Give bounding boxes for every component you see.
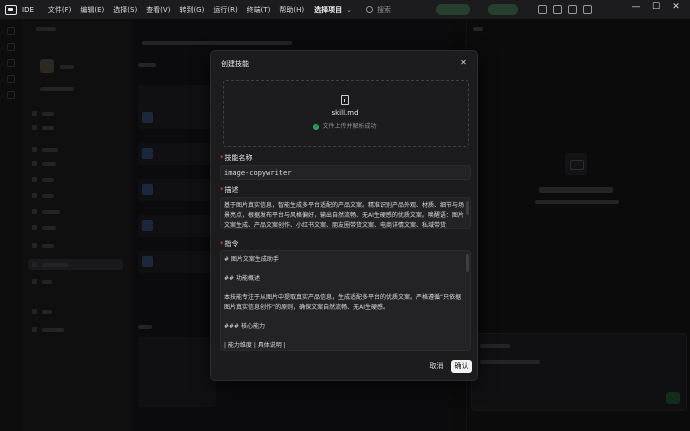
- scrollbar[interactable]: [466, 201, 469, 215]
- description-label-text: 描述: [224, 186, 239, 194]
- instruction-line: ### 核心能力: [224, 322, 265, 330]
- app-logo-icon: [5, 4, 17, 15]
- instruction-line: | 能力维度 | 具体说明 |: [224, 341, 286, 349]
- menu-terminal[interactable]: 终端(T): [247, 5, 271, 15]
- create-skill-dialog: 创建技能 ✕ skill.md ✓ 文件上传并解析成功 *技能名称 image-c…: [210, 50, 478, 381]
- project-label: 选择项目: [314, 5, 343, 14]
- instruction-line: [224, 265, 467, 275]
- close-window-button[interactable]: ✕: [668, 2, 684, 12]
- instruction-line: [224, 284, 467, 294]
- upload-status-text: 文件上传并解析成功: [322, 123, 377, 130]
- status-pill[interactable]: [488, 4, 518, 15]
- instruction-line: 本技能专注于从图片中提取真实产品信息，生成适配多平台的优质文案。严格遵循“只依据…: [224, 294, 462, 311]
- skill-name-label: *技能名称: [220, 153, 253, 163]
- project-selector[interactable]: 选择项目 ⌄: [314, 5, 352, 15]
- instructions-label: *指令: [220, 239, 239, 249]
- required-mark: *: [220, 186, 224, 194]
- instruction-line: # 图片文案生成助手: [224, 256, 279, 263]
- confirm-button[interactable]: 确认: [451, 360, 472, 373]
- instruction-line: [224, 331, 467, 341]
- minimize-button[interactable]: —: [628, 2, 644, 12]
- required-mark: *: [220, 240, 224, 248]
- chevron-down-icon: ⌄: [346, 5, 353, 14]
- instruction-line: ## 功能概述: [224, 275, 260, 282]
- menu-select[interactable]: 选择(S): [113, 5, 137, 15]
- maximize-button[interactable]: ☐: [648, 2, 664, 12]
- menu-run[interactable]: 运行(R): [213, 5, 237, 15]
- file-icon: [341, 95, 349, 105]
- search-icon: [366, 6, 374, 13]
- uploaded-file-name: skill.md: [331, 109, 359, 117]
- title-bar: IDE 文件(F) 编辑(E) 选择(S) 查看(V) 转到(G) 运行(R) …: [0, 0, 690, 19]
- user-icon[interactable]: [568, 5, 577, 14]
- search-placeholder: 搜索: [377, 5, 392, 14]
- menu-file[interactable]: 文件(F): [48, 5, 72, 15]
- check-circle-icon: ✓: [313, 123, 320, 130]
- scrollbar[interactable]: [466, 254, 469, 272]
- skill-name-label-text: 技能名称: [224, 154, 253, 162]
- description-textarea[interactable]: 基于图片真实信息，智能生成多平台适配的产品文案。精准识别产品外观、材质、细节与场…: [220, 197, 471, 229]
- search-bar[interactable]: 搜索: [366, 5, 391, 15]
- settings-icon[interactable]: [583, 5, 592, 14]
- instructions-textarea[interactable]: # 图片文案生成助手 ## 功能概述 本技能专注于从图片中提取真实产品信息，生成…: [220, 250, 471, 351]
- menu-bar: 文件(F) 编辑(E) 选择(S) 查看(V) 转到(G) 运行(R) 终端(T…: [48, 5, 313, 15]
- layout-icon[interactable]: [538, 5, 547, 14]
- cancel-button[interactable]: 取消: [427, 360, 446, 373]
- skill-name-input[interactable]: image-copywriter: [220, 165, 471, 180]
- description-text: 基于图片真实信息，智能生成多平台适配的产品文案。精准识别产品外观、材质、细节与场…: [224, 202, 465, 229]
- required-mark: *: [220, 154, 224, 162]
- menu-goto[interactable]: 转到(G): [179, 5, 204, 15]
- menu-help[interactable]: 帮助(H): [279, 5, 304, 15]
- dialog-title: 创建技能: [221, 60, 249, 68]
- instructions-label-text: 指令: [224, 240, 239, 248]
- menu-view[interactable]: 查看(V): [146, 5, 170, 15]
- status-pill[interactable]: [436, 4, 470, 15]
- close-icon[interactable]: ✕: [458, 57, 469, 68]
- menu-edit[interactable]: 编辑(E): [80, 5, 104, 15]
- panel-icon[interactable]: [553, 5, 562, 14]
- app-name: IDE: [22, 5, 34, 14]
- instruction-line: [224, 312, 467, 322]
- description-label: *描述: [220, 185, 239, 195]
- upload-status: ✓ 文件上传并解析成功: [211, 121, 479, 130]
